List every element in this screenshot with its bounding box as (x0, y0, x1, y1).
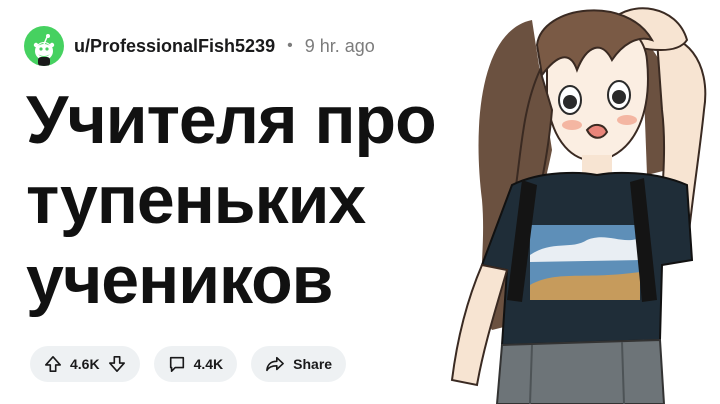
vote-bar: 4.6K (30, 346, 140, 382)
share-label: Share (293, 356, 333, 372)
share-button[interactable]: Share (251, 346, 347, 382)
share-arrow-icon (266, 356, 285, 372)
girl-illustration (450, 7, 707, 404)
snoo-avatar-icon (33, 34, 55, 66)
upvote-arrow-icon[interactable] (44, 355, 62, 373)
post-actions: 4.6K 4.4K Share (30, 346, 347, 382)
separator-dot: • (287, 37, 293, 54)
avatar[interactable] (24, 26, 64, 66)
post-time: 9 hr. ago (304, 35, 375, 56)
comment-count: 4.4K (193, 356, 224, 372)
username[interactable]: u/ProfessionalFish5239 (74, 36, 275, 57)
upvote-count: 4.6K (70, 356, 100, 372)
comments-button[interactable]: 4.4K (153, 346, 238, 382)
comment-bubble-icon (169, 356, 184, 373)
downvote-arrow-icon[interactable] (108, 355, 126, 373)
post-header: u/ProfessionalFish5239 • 9 hr. ago (24, 26, 375, 66)
